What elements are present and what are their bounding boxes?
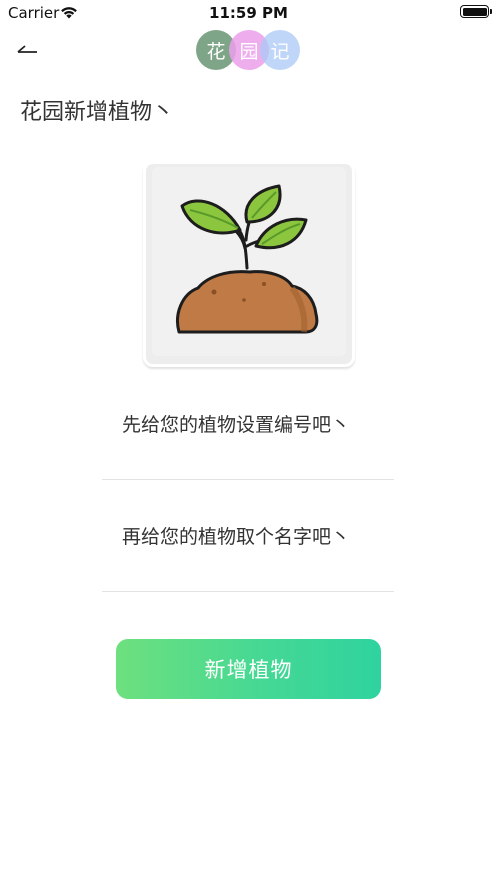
plant-name-input[interactable] <box>102 522 394 552</box>
logo-char-ji: 记 <box>260 30 300 70</box>
plant-number-input[interactable] <box>102 410 394 440</box>
sprout-in-soil-icon <box>176 184 319 334</box>
plant-name-field <box>102 522 394 592</box>
add-plant-screen: Carrier 11:59 PM 花 园 记 花园新增植物丶 先给您的植物设置编… <box>0 0 497 883</box>
plant-number-field <box>102 410 394 480</box>
battery-icon <box>460 5 492 18</box>
back-button[interactable] <box>14 36 44 62</box>
app-logo: 花 园 记 <box>196 30 302 72</box>
back-arrow-icon <box>17 45 37 53</box>
page-title: 花园新增植物丶 <box>20 100 175 125</box>
status-time: 11:59 PM <box>209 4 288 22</box>
plant-image-picker[interactable] <box>143 161 355 367</box>
add-plant-button[interactable]: 新增植物 <box>116 639 381 699</box>
status-bar: Carrier 11:59 PM <box>0 0 497 26</box>
